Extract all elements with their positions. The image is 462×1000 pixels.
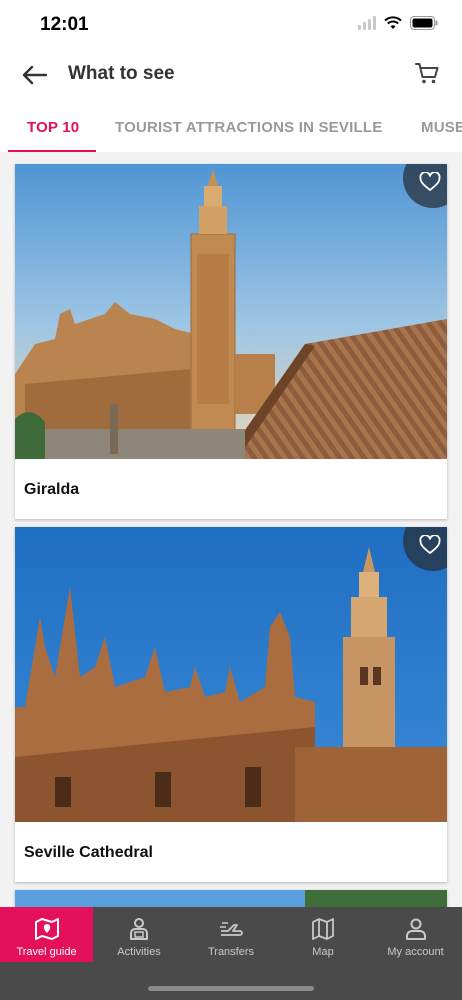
cart-icon <box>415 63 439 84</box>
attraction-card-seville-cathedral[interactable]: Seville Cathedral <box>15 527 447 882</box>
nav-activities[interactable]: Activities <box>93 907 185 962</box>
active-tab-indicator <box>8 150 96 152</box>
nav-label: My account <box>387 946 444 958</box>
tab-tourist-attractions[interactable]: TOURIST ATTRACTIONS IN SEVILLE <box>115 119 382 136</box>
nav-transfers[interactable]: Transfers <box>185 907 277 962</box>
nav-my-account[interactable]: My account <box>369 907 462 962</box>
heart-outline-icon <box>419 535 441 554</box>
status-icons <box>358 16 438 30</box>
attraction-title: Giralda <box>24 481 80 498</box>
nav-travel-guide[interactable]: Travel guide <box>0 907 93 962</box>
home-indicator <box>148 986 314 991</box>
attraction-image-seville-cathedral <box>15 527 447 822</box>
category-tabs: TOP 10 TOURIST ATTRACTIONS IN SEVILLE MU… <box>0 102 462 152</box>
wifi-icon <box>384 16 402 29</box>
attraction-title: Seville Cathedral <box>24 844 153 861</box>
heart-outline-icon <box>419 172 441 191</box>
map-guide-icon <box>34 918 59 940</box>
status-time: 12:01 <box>40 14 89 35</box>
nav-map[interactable]: Map <box>277 907 369 962</box>
nav-label: Travel guide <box>16 946 77 958</box>
cart-button[interactable] <box>414 60 442 88</box>
nav-label: Activities <box>117 946 161 958</box>
app-header: What to see <box>0 48 462 102</box>
nav-label: Transfers <box>207 946 255 958</box>
tab-top-10[interactable]: TOP 10 <box>27 119 79 136</box>
signal-icon <box>358 16 376 30</box>
tab-museums[interactable]: MUSE <box>421 119 462 136</box>
status-bar: 12:01 <box>0 0 462 48</box>
arrow-left-icon <box>22 65 47 85</box>
user-icon <box>405 918 426 940</box>
battery-icon <box>410 16 438 30</box>
back-button[interactable] <box>18 60 50 90</box>
transfers-icon <box>220 922 243 936</box>
attraction-image-giralda <box>15 164 447 459</box>
page-title: What to see <box>68 63 175 84</box>
map-icon <box>312 918 334 940</box>
attraction-card-giralda[interactable]: Giralda <box>15 164 447 519</box>
activities-icon <box>130 918 148 940</box>
nav-label: Map <box>312 946 334 958</box>
